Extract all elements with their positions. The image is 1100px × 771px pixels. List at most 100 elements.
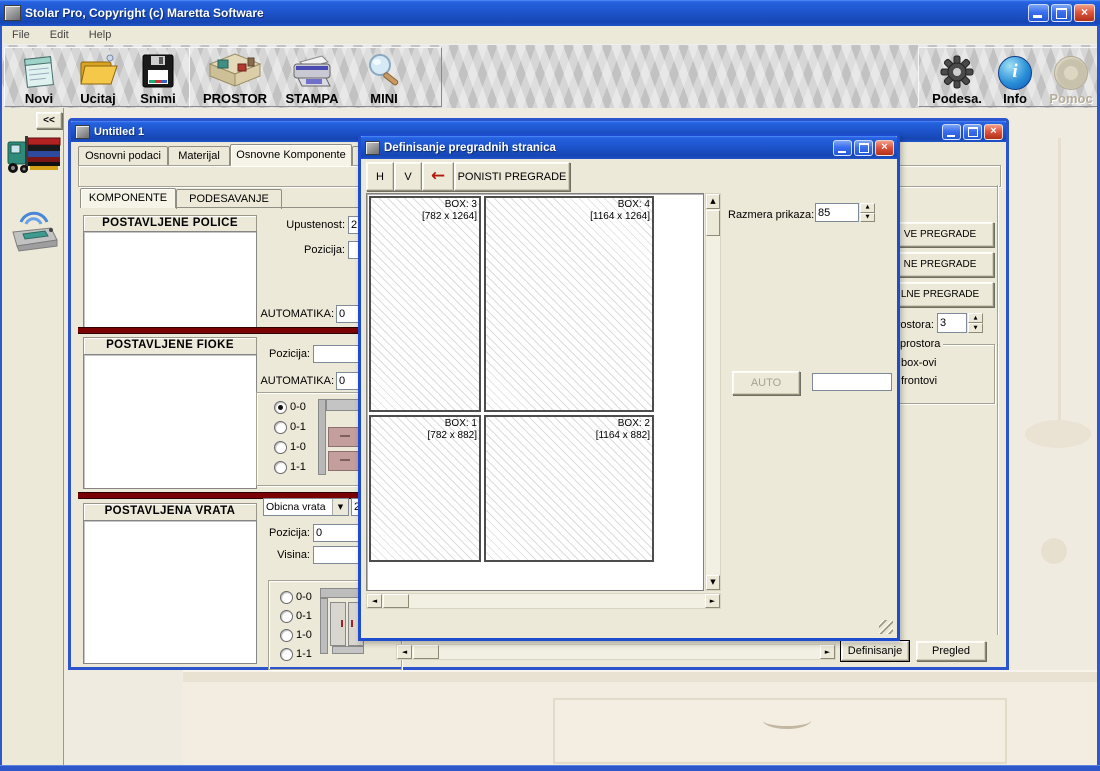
close-icon: × <box>1075 5 1094 21</box>
vrata-type-dropdown[interactable]: Obicna vrata ▼ <box>263 498 349 516</box>
vrata-listbox[interactable] <box>83 520 257 664</box>
auto-value-input[interactable] <box>812 373 892 391</box>
main-window-title: Stolar Pro, Copyright (c) Maretta Softwa… <box>25 6 264 20</box>
ucitaj-button[interactable]: Ucitaj <box>71 50 125 106</box>
bg-lamp-stem <box>1058 138 1061 428</box>
podesa-button[interactable]: Podesa. <box>929 50 985 106</box>
forklift-icon[interactable] <box>4 124 62 182</box>
vrata-radio-1-0[interactable] <box>280 629 293 642</box>
tab-osnovne-komponente[interactable]: Osnovne Komponente <box>230 144 352 166</box>
undo-split-button[interactable]: ← <box>422 162 454 191</box>
bg-lamp-shade <box>1025 420 1091 448</box>
canvas-scroll-right-icon[interactable]: ► <box>705 594 720 608</box>
partition-box-4[interactable]: BOX: 4[1164 x 1264] <box>484 196 654 412</box>
doc-title: Untitled 1 <box>94 126 144 138</box>
prostora-input[interactable] <box>937 313 967 333</box>
window-edge-bottom <box>0 765 1100 771</box>
novi-button[interactable]: Novi <box>13 50 65 106</box>
snimi-button[interactable]: Snimi <box>131 50 185 106</box>
info-label: Info <box>1003 91 1027 106</box>
doc-horizontal-scrollbar[interactable]: ◄ ► <box>396 644 836 660</box>
mini-button[interactable]: MINI <box>358 50 410 106</box>
partition-box-1[interactable]: BOX: 1[782 x 882] <box>369 415 481 562</box>
horizontal-split-button[interactable]: H <box>366 162 394 191</box>
dialog-resize-grip[interactable] <box>879 620 893 634</box>
razmera-down-icon[interactable]: ▼ <box>860 213 875 223</box>
prostora-option-boxovi[interactable]: box-ovi <box>901 357 936 369</box>
prostora-spinner[interactable]: ▲ ▼ <box>968 313 983 333</box>
tab-osnovni-podaci[interactable]: Osnovni podaci <box>78 146 168 166</box>
tab-komponente[interactable]: KOMPONENTE <box>80 188 176 208</box>
box4-name: BOX: 4 <box>590 199 650 211</box>
pregrade-button-2[interactable]: NE PREGRADE <box>886 252 994 277</box>
menu-edit[interactable]: Edit <box>40 29 79 41</box>
fioke-pozicija-input[interactable] <box>313 345 361 363</box>
doc-close-button[interactable]: × <box>984 124 1003 140</box>
pregrade-button-3[interactable]: LNE PREGRADE <box>886 282 994 307</box>
canvas-vertical-scrollbar[interactable]: ▲ ▼ <box>705 193 721 591</box>
dialog-maximize-button[interactable] <box>854 140 873 156</box>
spinner-up-icon[interactable]: ▲ <box>968 313 983 323</box>
vrata-radio-1-1[interactable] <box>280 648 293 661</box>
partition-box-2[interactable]: BOX: 2[1164 x 882] <box>484 415 654 562</box>
maximize-button[interactable] <box>1051 4 1072 22</box>
canvas-scroll-up-icon[interactable]: ▲ <box>706 194 720 209</box>
prostora-option-frontovi[interactable]: frontovi <box>901 375 937 387</box>
vertical-split-button[interactable]: V <box>394 162 422 191</box>
tab-podesavanje[interactable]: PODESAVANJE <box>176 189 282 209</box>
canvas-horizontal-scrollbar[interactable]: ◄ ► <box>366 593 721 609</box>
visina-label: Visina: <box>218 549 310 561</box>
vrata-radio-0-1[interactable] <box>280 610 293 623</box>
doc-scroll-thumb[interactable] <box>413 645 439 659</box>
pregled-button[interactable]: Pregled <box>916 641 986 661</box>
definisanje-button[interactable]: Definisanje <box>841 641 909 661</box>
partition-box-3[interactable]: BOX: 3[782 x 1264] <box>369 196 481 412</box>
scanner-icon[interactable] <box>7 204 60 254</box>
bg-drawer <box>553 698 1007 764</box>
prostor-button[interactable]: PROSTOR <box>204 50 266 106</box>
fioke-automatika-label: AUTOMATIKA: <box>226 375 334 387</box>
printer-icon <box>288 52 336 90</box>
razmera-up-icon[interactable]: ▲ <box>860 203 875 213</box>
canvas-scroll-left-icon[interactable]: ◄ <box>367 594 382 608</box>
info-button[interactable]: i Info <box>993 50 1037 106</box>
new-document-icon <box>19 52 59 90</box>
tab-materijal[interactable]: Materijal <box>168 146 230 166</box>
partition-canvas[interactable]: BOX: 3[782 x 1264] BOX: 4[1164 x 1264] B… <box>366 193 704 591</box>
razmera-spinner[interactable]: ▲ ▼ <box>860 203 875 222</box>
dropdown-arrow-icon[interactable]: ▼ <box>332 499 348 515</box>
ponisti-pregrade-button[interactable]: PONISTI PREGRADE <box>454 162 570 191</box>
canvas-hscroll-thumb[interactable] <box>383 594 409 608</box>
minimize-icon <box>1033 15 1042 18</box>
fioke-radio-0-1[interactable] <box>274 421 287 434</box>
doc-minimize-button[interactable] <box>942 124 961 140</box>
fioke-radio-1-1[interactable] <box>274 461 287 474</box>
canvas-scroll-down-icon[interactable]: ▼ <box>706 575 720 590</box>
toolbar: Novi Ucitaj Snimi PROSTOR STAMPA MI <box>2 44 1097 110</box>
pomoc-button: Pomoc <box>1045 50 1097 106</box>
info-icon: i <box>998 56 1032 90</box>
police-automatika-label: AUTOMATIKA: <box>226 308 334 320</box>
dialog-minimize-button[interactable] <box>833 140 852 156</box>
razmera-input[interactable] <box>815 203 859 222</box>
stampa-button[interactable]: STAMPA <box>280 50 344 106</box>
fioke-radio-1-0[interactable] <box>274 441 287 454</box>
dialog-close-button[interactable]: × <box>875 140 894 156</box>
close-button[interactable]: × <box>1074 4 1095 22</box>
doc-icon <box>75 125 90 139</box>
menu-help[interactable]: Help <box>79 29 122 41</box>
fioke-radio-0-0[interactable] <box>274 401 287 414</box>
vrata-pozicija-input[interactable] <box>313 524 361 542</box>
minimize-button[interactable] <box>1028 4 1049 22</box>
vrata-radio-0-0[interactable] <box>280 591 293 604</box>
menu-file[interactable]: File <box>2 29 40 41</box>
doc-scroll-left-icon[interactable]: ◄ <box>397 645 412 659</box>
doc-maximize-button[interactable] <box>963 124 982 140</box>
pregrade-dialog: Definisanje pregradnih stranica × H V ← … <box>358 133 900 641</box>
spinner-down-icon[interactable]: ▼ <box>968 323 983 333</box>
fioke-pozicija-label: Pozicija: <box>218 348 310 360</box>
canvas-vscroll-thumb[interactable] <box>706 210 720 236</box>
pregrade-button-1[interactable]: VE PREGRADE <box>886 222 994 247</box>
bg-drawer-handle <box>763 712 811 729</box>
doc-scroll-right-icon[interactable]: ► <box>820 645 835 659</box>
